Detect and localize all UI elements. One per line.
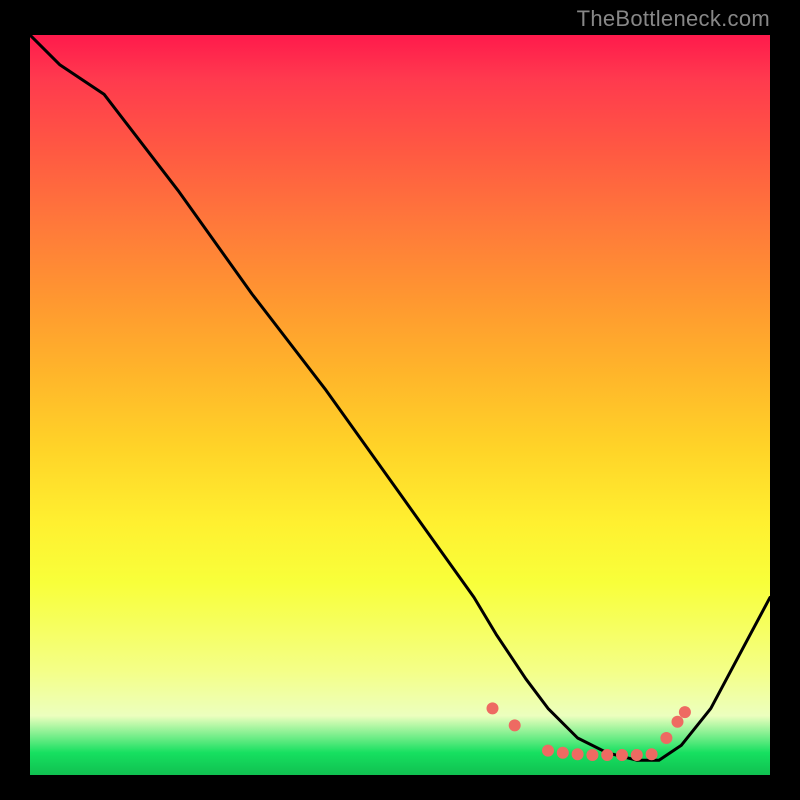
chart-frame: TheBottleneck.com xyxy=(0,0,800,800)
curve-line xyxy=(30,35,770,760)
marker-dot xyxy=(616,749,628,761)
watermark-text: TheBottleneck.com xyxy=(577,6,770,32)
marker-dot xyxy=(586,749,598,761)
marker-dot xyxy=(572,748,584,760)
marker-dot xyxy=(672,716,684,728)
overlay-svg xyxy=(30,35,770,775)
marker-dot xyxy=(631,749,643,761)
marker-dot xyxy=(601,749,613,761)
plot-area xyxy=(30,35,770,775)
marker-dot xyxy=(679,706,691,718)
marker-dot xyxy=(557,747,569,759)
marker-dot xyxy=(542,745,554,757)
marker-dots xyxy=(487,702,691,761)
marker-dot xyxy=(660,732,672,744)
marker-dot xyxy=(487,702,499,714)
marker-dot xyxy=(509,719,521,731)
marker-dot xyxy=(646,748,658,760)
